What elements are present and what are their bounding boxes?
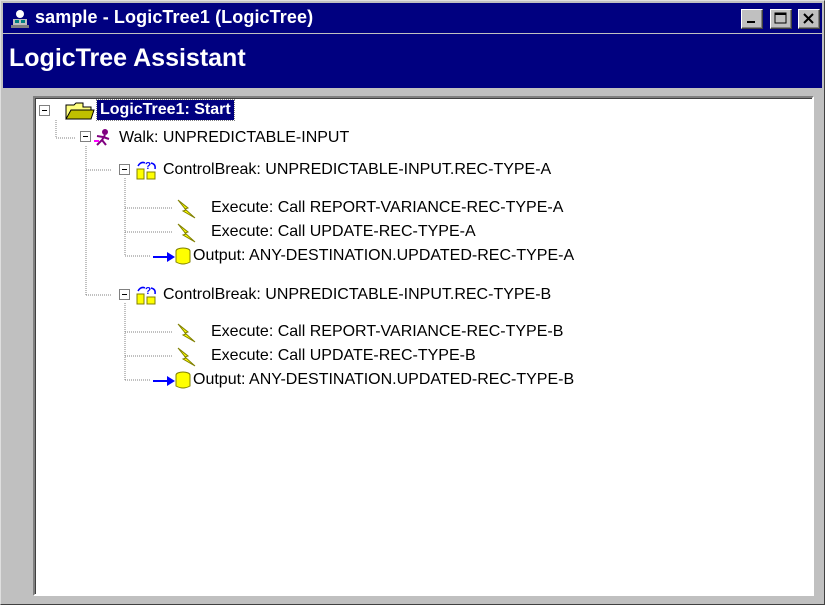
- root-collapse-toggle[interactable]: [39, 105, 51, 117]
- tree-root-label[interactable]: LogicTree1: Start: [96, 99, 235, 121]
- title-bar[interactable]: sample - LogicTree1 (LogicTree): [3, 3, 822, 33]
- logic-tree-view[interactable]: LogicTree1: Start Walk: UNPREDICTABLE-IN…: [33, 96, 814, 596]
- tree-item-label[interactable]: Output: ANY-DESTINATION.UPDATED-REC-TYPE…: [193, 246, 574, 266]
- control-break-icon: ?: [136, 286, 156, 305]
- tree-group-b-label[interactable]: ControlBreak: UNPREDICTABLE-INPUT.REC-TY…: [163, 285, 551, 305]
- app-window: sample - LogicTree1 (LogicTree) LogicTre…: [0, 0, 825, 605]
- tree-item-label[interactable]: Output: ANY-DESTINATION.UPDATED-REC-TYPE…: [193, 370, 574, 390]
- svg-text:?: ?: [145, 161, 151, 172]
- tree-walk-label[interactable]: Walk: UNPREDICTABLE-INPUT: [119, 128, 349, 148]
- control-break-icon: ?: [136, 161, 156, 180]
- minimize-button[interactable]: [741, 9, 764, 29]
- assistant-header: LogicTree Assistant: [3, 34, 822, 88]
- database-output-icon: [153, 371, 191, 389]
- window-title: sample - LogicTree1 (LogicTree): [35, 7, 314, 27]
- walk-icon: [94, 129, 110, 146]
- tree-item-label[interactable]: Execute: Call UPDATE-REC-TYPE-B: [211, 346, 476, 366]
- tree-group-a-label[interactable]: ControlBreak: UNPREDICTABLE-INPUT.REC-TY…: [163, 160, 551, 180]
- lightning-icon: [177, 323, 196, 343]
- close-button[interactable]: [798, 9, 820, 29]
- app-icon: [11, 10, 29, 28]
- lightning-icon: [177, 347, 196, 367]
- tree-item-label[interactable]: Execute: Call UPDATE-REC-TYPE-A: [211, 222, 476, 242]
- group-b-collapse-toggle[interactable]: [119, 289, 131, 301]
- maximize-button[interactable]: [769, 9, 792, 29]
- close-icon: [803, 13, 814, 24]
- tree-item-label[interactable]: Execute: Call REPORT-VARIANCE-REC-TYPE-B: [211, 322, 563, 342]
- tree-item-label[interactable]: Execute: Call REPORT-VARIANCE-REC-TYPE-A: [211, 198, 563, 218]
- lightning-icon: [177, 223, 196, 243]
- minimize-icon: [747, 21, 756, 23]
- svg-text:?: ?: [145, 286, 151, 297]
- group-a-collapse-toggle[interactable]: [119, 164, 131, 176]
- page-title: LogicTree Assistant: [9, 44, 246, 72]
- database-output-icon: [153, 247, 191, 265]
- folder-open-icon: [65, 102, 95, 120]
- window-controls: [739, 9, 820, 29]
- main-panel: LogicTree1: Start Walk: UNPREDICTABLE-IN…: [3, 88, 822, 602]
- maximize-icon: [774, 12, 787, 24]
- lightning-icon: [177, 199, 196, 219]
